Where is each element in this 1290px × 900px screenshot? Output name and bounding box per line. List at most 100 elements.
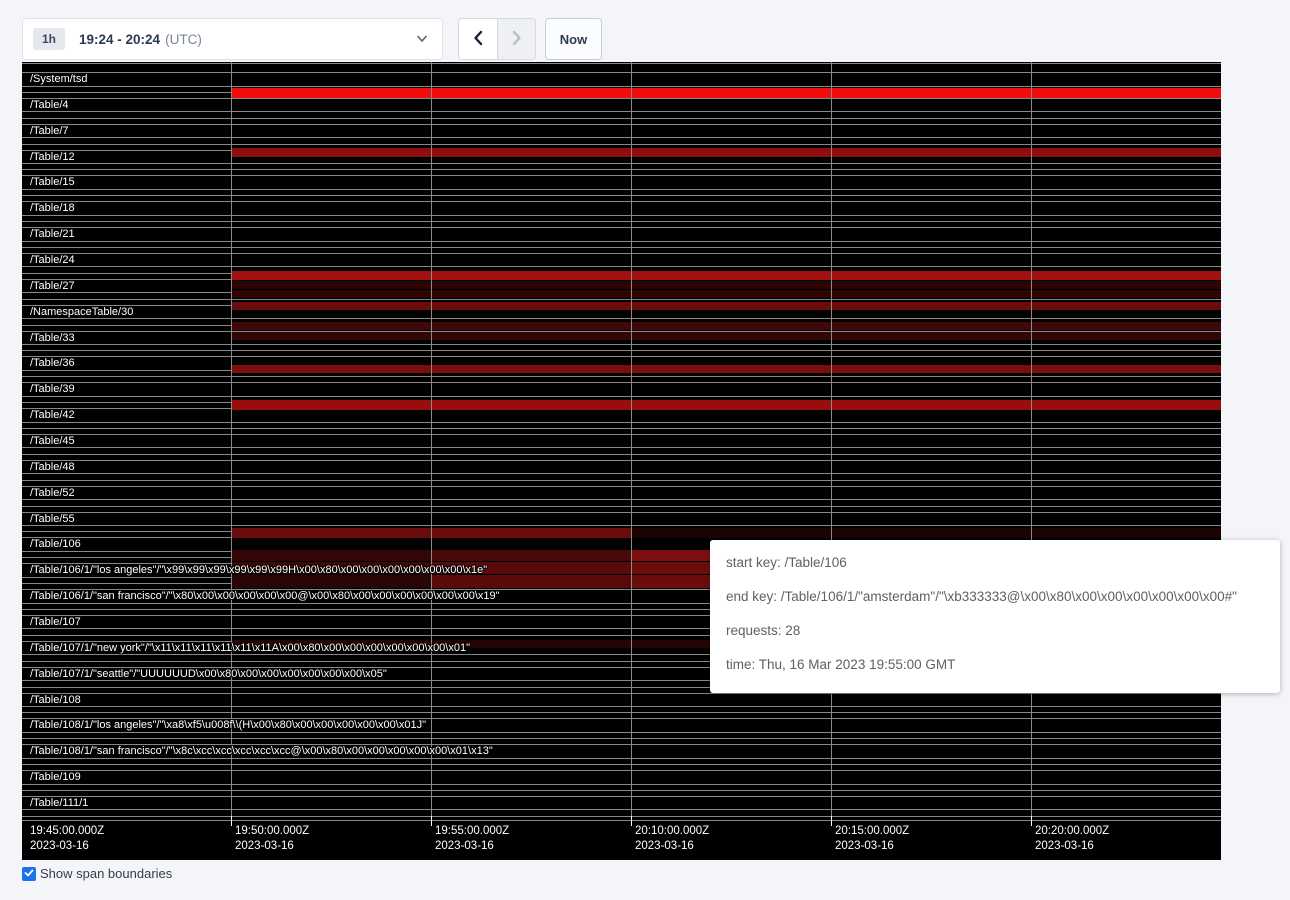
span-boundary-line: [22, 816, 1221, 817]
now-button[interactable]: Now: [545, 18, 602, 60]
span-boundary-line: [22, 382, 1221, 383]
heat-band: [231, 148, 1221, 157]
span-boundary-line: [22, 72, 1221, 73]
span-boundary-line: [22, 447, 1221, 448]
bucket-boundary-line: [1031, 62, 1032, 820]
tick-date: 2023-03-16: [30, 839, 104, 854]
key-visualizer[interactable]: /System/tsd/Table/4/Table/7/Table/12/Tab…: [22, 62, 1221, 860]
span-label: /Table/48: [30, 461, 75, 473]
span-boundary-line: [22, 350, 1221, 351]
show-span-boundaries-label: Show span boundaries: [40, 866, 172, 881]
span-boundary-line: [22, 111, 1221, 112]
tick-time: 20:10:00.000Z: [635, 824, 709, 839]
tick-date: 2023-03-16: [635, 839, 709, 854]
heat-band: [431, 575, 631, 588]
span-boundary-line: [22, 460, 1221, 461]
span-boundary-line: [22, 195, 1221, 196]
span-label: /Table/107/1/"seattle"/"UUUUUUD\x00\x80\…: [30, 668, 387, 680]
show-span-boundaries-control[interactable]: Show span boundaries: [22, 866, 172, 881]
span-label: /Table/108: [30, 694, 81, 706]
span-label: /Table/106: [30, 538, 81, 550]
heat-band: [231, 281, 1221, 289]
span-boundary-line: [22, 376, 1221, 377]
span-label: /Table/108/1/"san francisco"/"\x8c\xcc\x…: [30, 745, 493, 757]
heat-band: [231, 575, 431, 588]
x-axis-tick-mark: [231, 816, 232, 826]
x-axis-tick-label: 19:45:00.000Z2023-03-16: [30, 824, 104, 854]
span-boundary-line: [22, 428, 1221, 429]
span-boundary-line: [22, 163, 1221, 164]
heat-band: [231, 322, 1221, 330]
span-boundary-line: [22, 221, 1221, 222]
show-span-boundaries-checkbox[interactable]: [22, 867, 36, 881]
span-label: /Table/7: [30, 125, 69, 137]
span-boundary-line: [22, 189, 1221, 190]
span-label: /Table/55: [30, 513, 75, 525]
span-label: /NamespaceTable/30: [30, 306, 133, 318]
span-label: /Table/36: [30, 357, 75, 369]
range-duration-badge: 1h: [33, 28, 65, 50]
span-label: /Table/4: [30, 99, 69, 111]
span-label: /Table/52: [30, 487, 75, 499]
span-label: /Table/106/1/"san francisco"/"\x80\x00\x…: [30, 590, 500, 602]
span-boundary-line: [22, 247, 1221, 248]
bucket-boundary-line: [431, 62, 432, 820]
span-label: /Table/107/1/"new york"/"\x11\x11\x11\x1…: [30, 642, 470, 654]
span-boundary-line: [22, 770, 1221, 771]
span-boundary-line: [22, 344, 1221, 345]
x-axis-tick-label: 20:10:00.000Z2023-03-16: [635, 824, 709, 854]
span-boundary-line: [22, 422, 1221, 423]
x-axis-tick-mark: [631, 816, 632, 826]
span-boundary-line: [22, 396, 1221, 397]
x-axis-tick-label: 19:50:00.000Z2023-03-16: [235, 824, 309, 854]
span-boundary-line: [22, 820, 1221, 821]
next-range-button[interactable]: [497, 19, 535, 59]
bucket-boundary-line: [231, 62, 232, 820]
span-boundary-line: [22, 809, 1221, 810]
tick-time: 19:45:00.000Z: [30, 824, 104, 839]
tick-date: 2023-03-16: [435, 839, 509, 854]
span-label: /Table/18: [30, 202, 75, 214]
span-boundary-line: [22, 506, 1221, 507]
tooltip-start-key: start key: /Table/106: [726, 545, 1264, 579]
time-range-selector[interactable]: 1h 19:24 - 20:24 (UTC): [22, 18, 443, 60]
span-boundary-line: [22, 434, 1221, 435]
span-boundary-line: [22, 738, 1221, 739]
span-boundary-line: [22, 253, 1221, 254]
heat-band: [231, 88, 1221, 98]
x-axis-tick-label: 20:20:00.000Z2023-03-16: [1035, 824, 1109, 854]
cell-tooltip: start key: /Table/106 end key: /Table/10…: [710, 540, 1280, 693]
heat-band: [631, 528, 1221, 538]
tick-date: 2023-03-16: [235, 839, 309, 854]
range-nav-button-group: [458, 18, 536, 60]
heat-band: [431, 550, 631, 561]
tooltip-time: time: Thu, 16 Mar 2023 19:55:00 GMT: [726, 647, 1264, 681]
span-label: /Table/42: [30, 409, 75, 421]
span-boundary-line: [22, 227, 1221, 228]
toolbar: 1h 19:24 - 20:24 (UTC) Now: [0, 0, 1290, 62]
span-label: /Table/24: [30, 254, 75, 266]
tick-date: 2023-03-16: [1035, 839, 1109, 854]
span-boundary-line: [22, 712, 1221, 713]
span-boundary-line: [22, 732, 1221, 733]
previous-range-button[interactable]: [459, 19, 497, 59]
span-boundary-line: [22, 758, 1221, 759]
span-label: /Table/39: [30, 383, 75, 395]
span-boundary-line: [22, 266, 1221, 267]
span-label: /Table/107: [30, 616, 81, 628]
span-label: /Table/45: [30, 435, 75, 447]
span-boundary-line: [22, 454, 1221, 455]
span-label: /Table/109: [30, 771, 81, 783]
span-boundary-line: [22, 764, 1221, 765]
span-boundary-line: [22, 215, 1221, 216]
tick-date: 2023-03-16: [835, 839, 909, 854]
tick-time: 20:20:00.000Z: [1035, 824, 1109, 839]
span-label: /Table/33: [30, 332, 75, 344]
x-axis-tick-mark: [831, 816, 832, 826]
heat-band: [231, 332, 1221, 340]
span-boundary-line: [22, 473, 1221, 474]
heat-band: [231, 400, 1221, 410]
span-boundary-line: [22, 480, 1221, 481]
span-boundary-line: [22, 118, 1221, 119]
span-boundary-line: [22, 784, 1221, 785]
